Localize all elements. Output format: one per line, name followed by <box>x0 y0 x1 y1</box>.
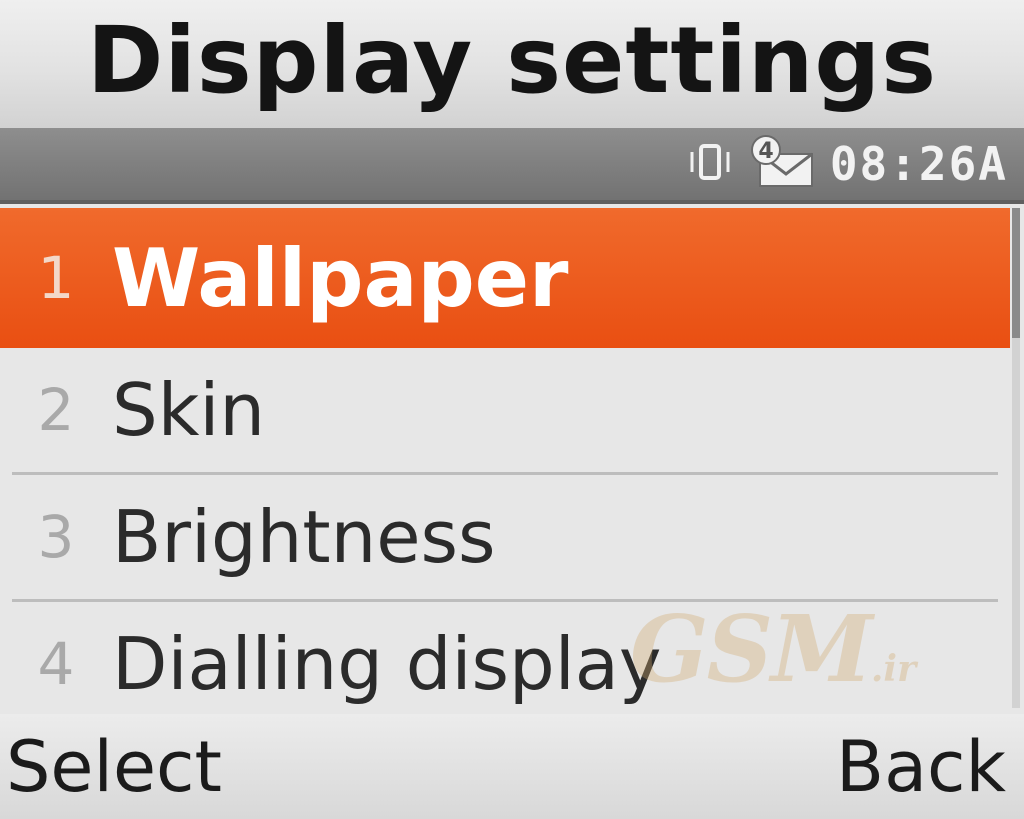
menu-item-number: 4 <box>37 630 75 698</box>
menu-item-wallpaper[interactable]: 1 Wallpaper <box>0 208 1010 348</box>
menu-item-number: 3 <box>37 503 75 571</box>
vibrate-icon <box>686 138 734 190</box>
menu-item-label: Skin <box>112 368 266 452</box>
menu-item-label: Brightness <box>112 495 496 579</box>
menu-item-number: 1 <box>37 244 75 312</box>
menu-item-dialling-display[interactable]: 4 Dialling display <box>0 602 1010 726</box>
softkey-bar: Select Back <box>0 714 1024 819</box>
back-softkey[interactable]: Back <box>836 726 1006 808</box>
menu-item-label: Wallpaper <box>112 231 569 325</box>
status-bar: 4 08:26A <box>0 128 1024 204</box>
title-bar: Display settings <box>0 0 1024 128</box>
menu-item-number: 2 <box>37 376 75 444</box>
message-count-badge: 4 <box>758 139 773 164</box>
message-envelope-icon: 4 <box>746 134 818 194</box>
status-time: 08:26A <box>829 137 1008 191</box>
scrollbar[interactable] <box>1012 208 1020 708</box>
page-title: Display settings <box>86 6 938 114</box>
settings-menu: 1 Wallpaper 2 Skin 3 Brightness 4 Dialli… <box>0 208 1010 729</box>
menu-item-label: Dialling display <box>112 622 662 706</box>
menu-item-brightness[interactable]: 3 Brightness <box>0 475 1010 599</box>
scrollbar-thumb[interactable] <box>1012 208 1020 338</box>
menu-item-skin[interactable]: 2 Skin <box>0 348 1010 472</box>
select-softkey[interactable]: Select <box>6 726 222 808</box>
